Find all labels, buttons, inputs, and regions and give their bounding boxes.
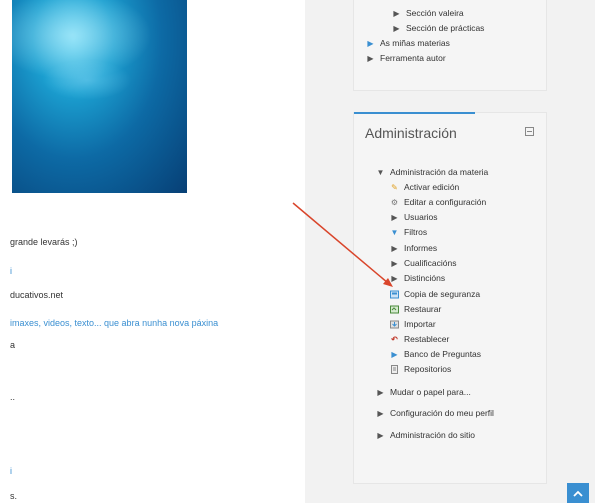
chevron-up-icon <box>573 490 583 497</box>
annotation-arrow <box>292 202 393 287</box>
scroll-to-top-button[interactable] <box>567 483 589 503</box>
